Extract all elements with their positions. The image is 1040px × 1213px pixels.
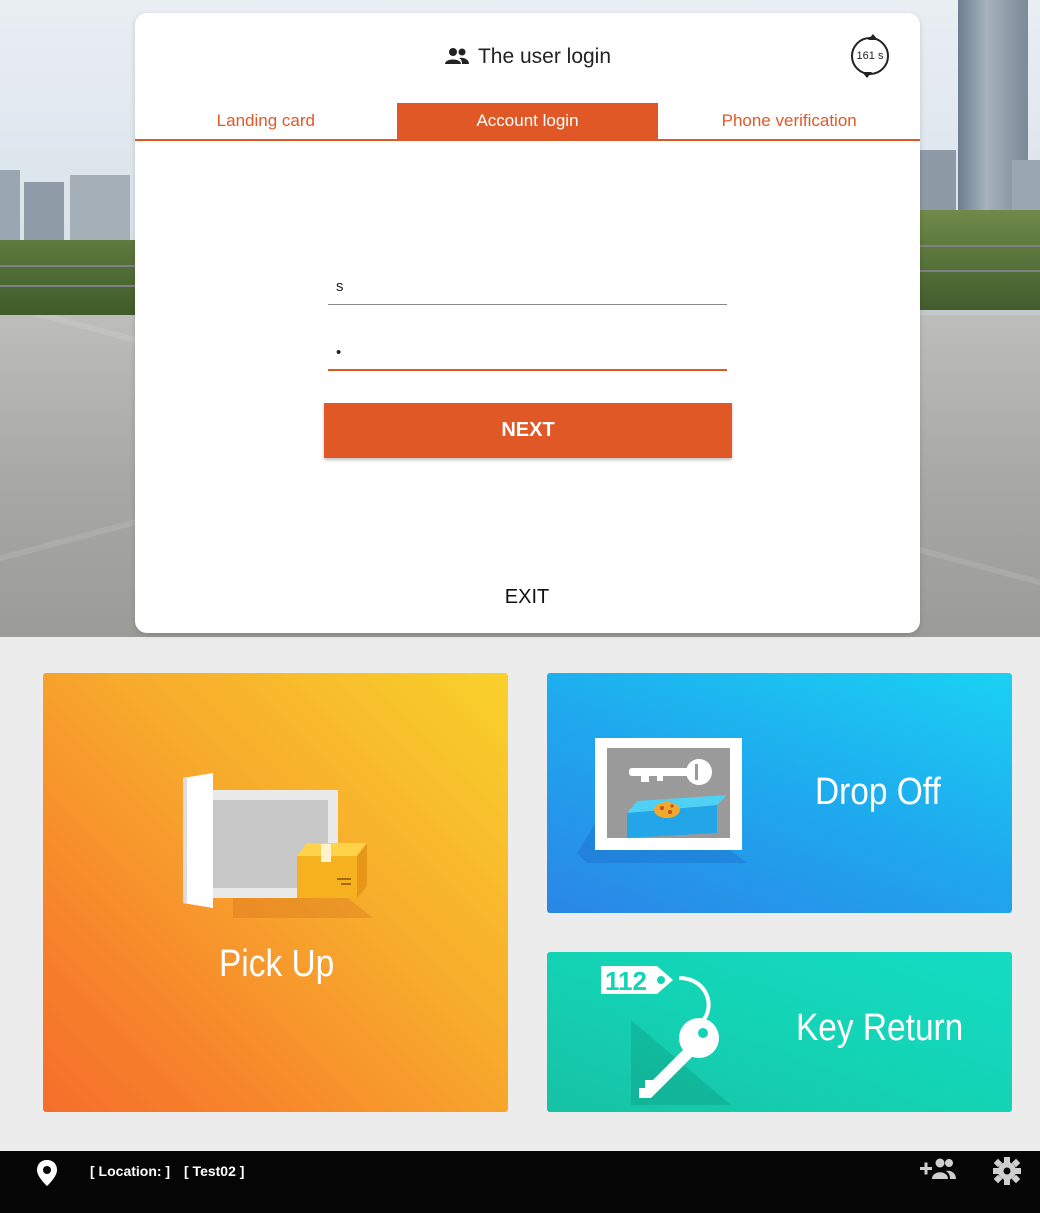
location-pin-icon xyxy=(36,1159,58,1192)
background-railing xyxy=(0,265,140,267)
location-info: [ Location: ] [ Test02 ] xyxy=(90,1163,254,1179)
password-input[interactable] xyxy=(328,335,727,371)
key-tag-number: 112 xyxy=(605,966,647,996)
pickup-label: Pick Up xyxy=(219,943,335,985)
countdown-timer-icon: 161 s xyxy=(851,34,889,78)
login-title-text: The user login xyxy=(477,45,612,68)
dropoff-tile[interactable]: Drop Off xyxy=(547,673,1012,913)
background-trees xyxy=(0,240,140,315)
status-bar: [ Location: ] [ Test02 ] xyxy=(0,1151,1040,1213)
people-icon xyxy=(444,47,470,71)
countdown-value: 161 s xyxy=(856,50,884,62)
add-user-icon[interactable] xyxy=(918,1157,958,1186)
login-header: The user login 161 s xyxy=(135,13,920,103)
background-trees xyxy=(916,210,1040,310)
login-dialog: The user login 161 s Landing card Accoun… xyxy=(135,13,920,633)
dropoff-locker-icon xyxy=(577,738,747,863)
keyreturn-tile[interactable]: 112 Key Return xyxy=(547,952,1012,1112)
login-title: The user login xyxy=(135,45,920,71)
exit-button[interactable]: EXIT xyxy=(477,579,577,615)
background-building xyxy=(70,175,130,245)
username-input[interactable] xyxy=(328,269,727,305)
next-button[interactable]: NEXT xyxy=(324,403,732,458)
login-tabs: Landing card Account login Phone verific… xyxy=(135,103,920,141)
dropoff-label: Drop Off xyxy=(815,771,941,813)
location-label: [ Location: ] xyxy=(90,1163,171,1179)
settings-icon[interactable] xyxy=(990,1157,1024,1190)
keyreturn-label: Key Return xyxy=(796,1007,964,1049)
background-railing xyxy=(920,245,1040,247)
tab-account-login[interactable]: Account login xyxy=(396,103,659,139)
tab-landing-card[interactable]: Landing card xyxy=(135,103,397,139)
pickup-locker-icon xyxy=(183,773,373,918)
tab-phone-verification[interactable]: Phone verification xyxy=(658,103,920,139)
background-railing xyxy=(0,285,140,287)
device-label: [ Test02 ] xyxy=(184,1163,245,1179)
pickup-tile[interactable]: Pick Up xyxy=(43,673,508,1112)
key-tag-icon: 112 xyxy=(601,966,731,1105)
background-building xyxy=(24,182,64,242)
background-railing xyxy=(920,270,1040,272)
